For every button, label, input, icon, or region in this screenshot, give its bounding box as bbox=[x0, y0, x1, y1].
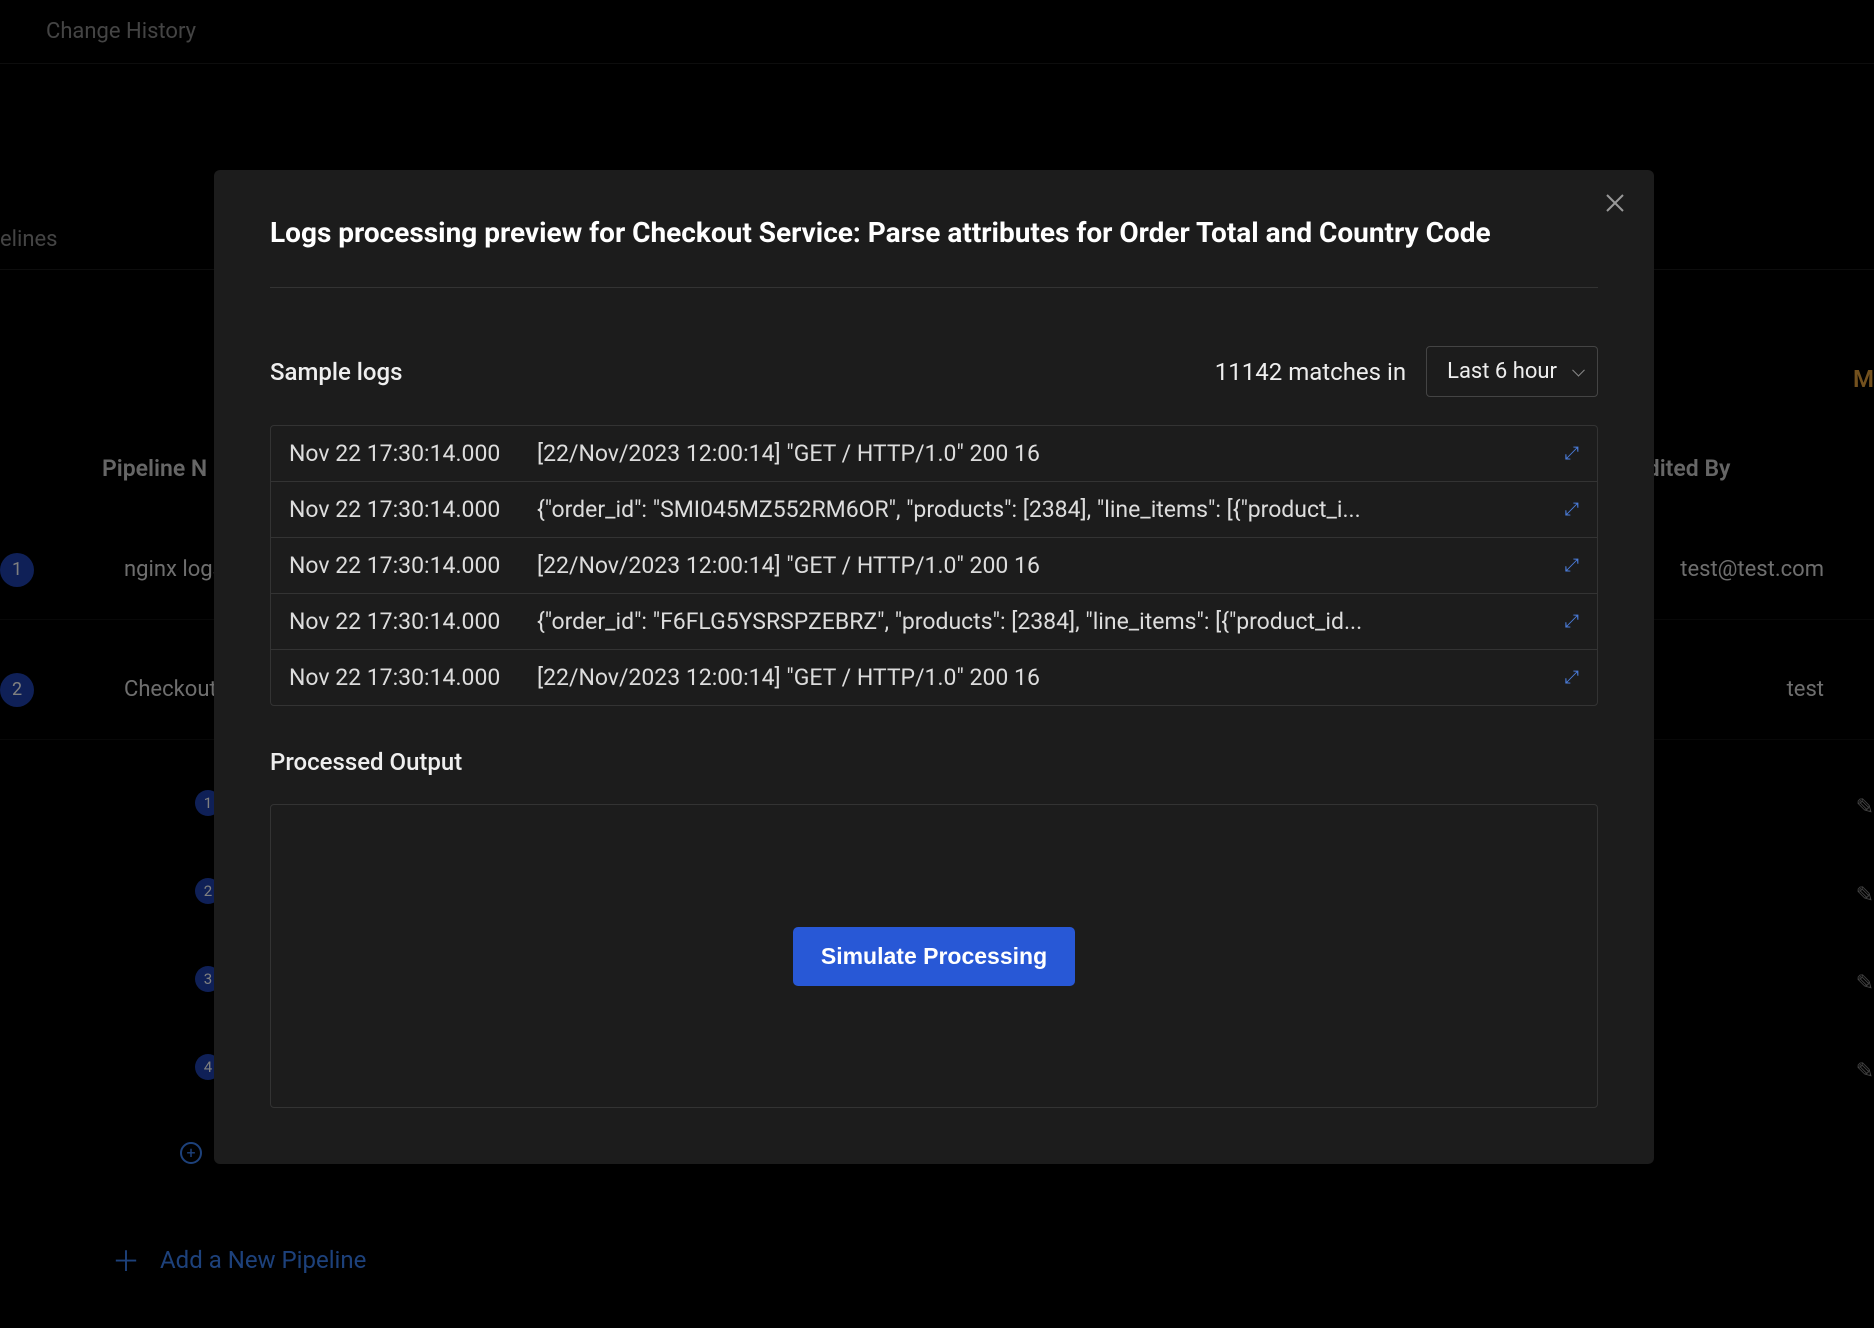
sample-logs-table: Nov 22 17:30:14.000 [22/Nov/2023 12:00:1… bbox=[270, 425, 1598, 706]
log-body: [22/Nov/2023 12:00:14] "GET / HTTP/1.0" … bbox=[537, 552, 1565, 579]
processed-output-box: Simulate Processing bbox=[270, 804, 1598, 1108]
modal-title: Logs processing preview for Checkout Ser… bbox=[270, 216, 1598, 288]
close-icon bbox=[1606, 194, 1624, 212]
expand-icon[interactable]: ⤢ bbox=[1565, 443, 1579, 464]
simulate-processing-button[interactable]: Simulate Processing bbox=[793, 927, 1075, 986]
matches-group: 11142 matches in Last 6 hour bbox=[1215, 346, 1598, 397]
time-range-select[interactable]: Last 6 hour bbox=[1426, 346, 1598, 397]
log-body: [22/Nov/2023 12:00:14] "GET / HTTP/1.0" … bbox=[537, 440, 1565, 467]
log-timestamp: Nov 22 17:30:14.000 bbox=[289, 496, 537, 523]
sample-logs-header: Sample logs 11142 matches in Last 6 hour bbox=[270, 346, 1598, 397]
sample-logs-label: Sample logs bbox=[270, 358, 403, 386]
expand-icon[interactable]: ⤢ bbox=[1565, 499, 1579, 520]
log-body: {"order_id": "F6FLG5YSRSPZEBRZ", "produc… bbox=[537, 608, 1565, 635]
close-button[interactable] bbox=[1606, 192, 1624, 218]
log-timestamp: Nov 22 17:30:14.000 bbox=[289, 664, 537, 691]
log-row[interactable]: Nov 22 17:30:14.000 [22/Nov/2023 12:00:1… bbox=[271, 426, 1597, 482]
expand-icon[interactable]: ⤢ bbox=[1565, 611, 1579, 632]
log-row[interactable]: Nov 22 17:30:14.000 [22/Nov/2023 12:00:1… bbox=[271, 650, 1597, 705]
matches-count: 11142 matches in bbox=[1215, 358, 1406, 386]
log-row[interactable]: Nov 22 17:30:14.000 [22/Nov/2023 12:00:1… bbox=[271, 538, 1597, 594]
log-body: [22/Nov/2023 12:00:14] "GET / HTTP/1.0" … bbox=[537, 664, 1565, 691]
log-timestamp: Nov 22 17:30:14.000 bbox=[289, 440, 537, 467]
log-row[interactable]: Nov 22 17:30:14.000 {"order_id": "SMI045… bbox=[271, 482, 1597, 538]
log-timestamp: Nov 22 17:30:14.000 bbox=[289, 608, 537, 635]
log-row[interactable]: Nov 22 17:30:14.000 {"order_id": "F6FLG5… bbox=[271, 594, 1597, 650]
log-body: {"order_id": "SMI045MZ552RM6OR", "produc… bbox=[537, 496, 1565, 523]
log-timestamp: Nov 22 17:30:14.000 bbox=[289, 552, 537, 579]
processed-output-label: Processed Output bbox=[270, 748, 1598, 776]
logs-preview-modal: Logs processing preview for Checkout Ser… bbox=[214, 170, 1654, 1164]
time-range-value: Last 6 hour bbox=[1447, 359, 1557, 384]
expand-icon[interactable]: ⤢ bbox=[1565, 555, 1579, 576]
expand-icon[interactable]: ⤢ bbox=[1565, 667, 1579, 688]
